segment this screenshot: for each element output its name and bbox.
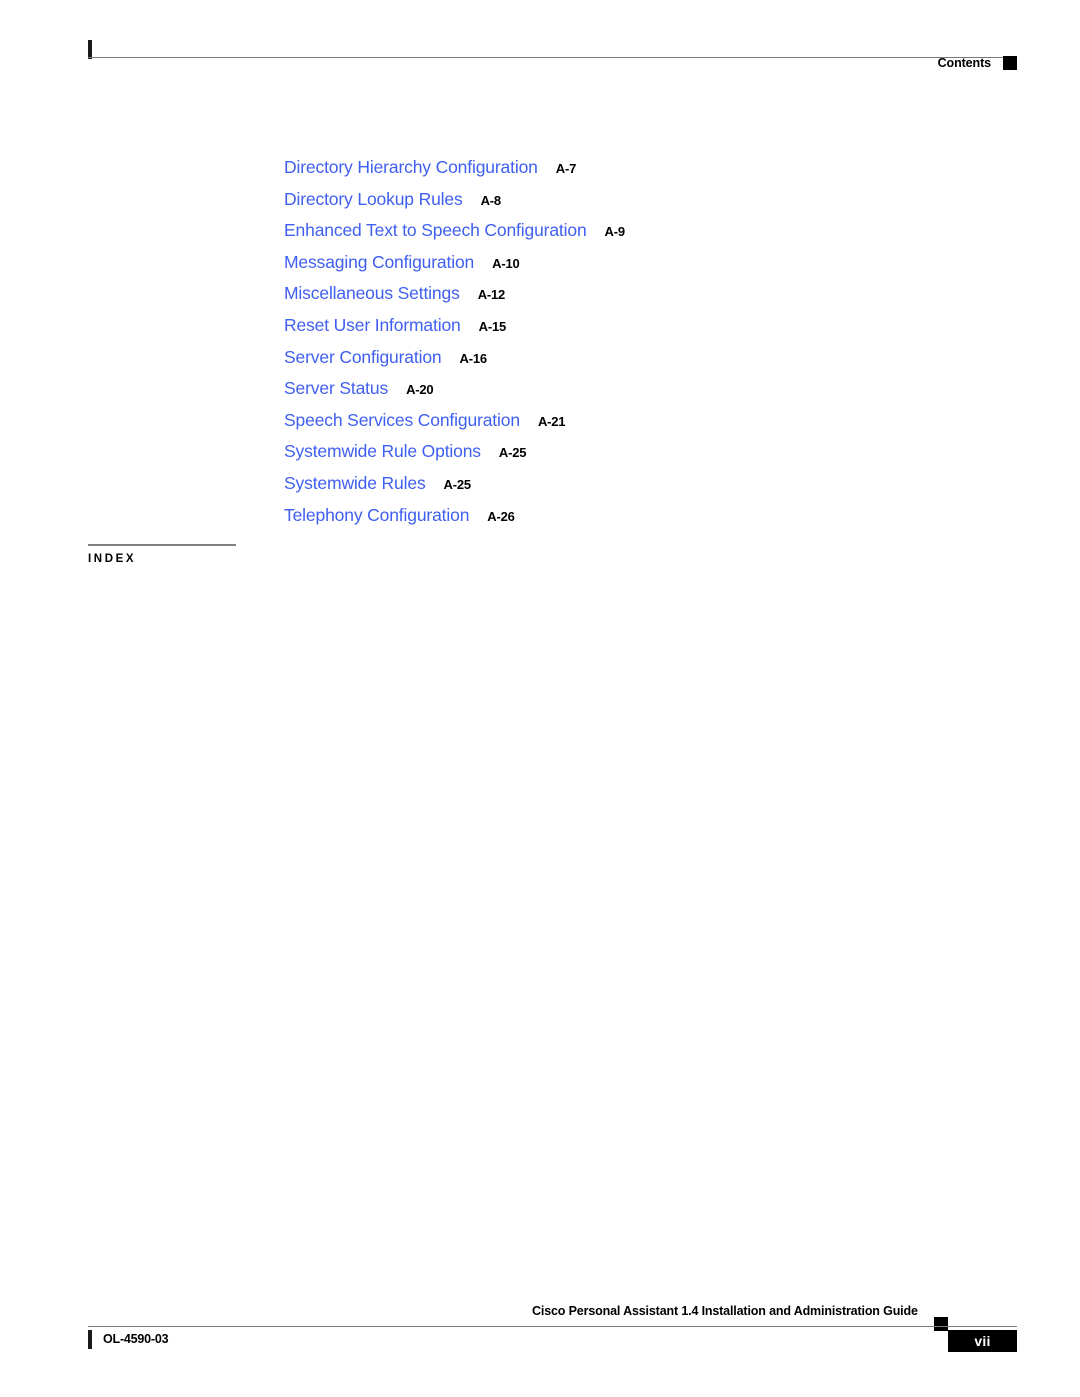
toc-entry-title[interactable]: Miscellaneous Settings [284,283,460,303]
toc-entry-page: A-16 [459,350,488,366]
index-label[interactable]: INDEX [88,553,236,565]
toc-entry[interactable]: Directory Lookup Rules A-8 [284,184,984,216]
toc-entry[interactable]: Messaging Configuration A-10 [284,247,984,279]
toc-entry-page: A-7 [555,161,577,176]
index-divider-rule [88,544,236,546]
toc-entry-page: A-12 [477,287,506,303]
toc-entry[interactable]: Systemwide Rules A-25 [284,468,984,500]
toc-entry-title[interactable]: Server Status [284,378,388,398]
index-section-heading: INDEX [88,544,236,565]
toc-entry-page: A-8 [480,192,502,208]
toc-entry[interactable]: Server Status A-20 [284,373,984,405]
toc-entry-title[interactable]: Directory Lookup Rules [284,189,463,209]
footer-page-number: vii [948,1330,1017,1352]
toc-entry-title[interactable]: Telephony Configuration [284,505,469,525]
black-square-marker-icon [934,1317,948,1331]
toc-entry-title[interactable]: Systemwide Rule Options [284,441,481,461]
toc-entry[interactable]: Enhanced Text to Speech Configuration A-9 [284,215,984,247]
toc-entry-title[interactable]: Speech Services Configuration [284,410,520,430]
toc-entry[interactable]: Server Configuration A-16 [284,342,984,374]
footer-left-tick [88,1330,92,1349]
page-header: Contents [88,40,1017,76]
header-section-label: Contents [937,56,991,70]
header-divider-rule [88,57,1017,58]
toc-entry-title[interactable]: Server Configuration [284,347,442,367]
toc-entry-page: A-15 [478,318,507,334]
footer-document-id: OL-4590-03 [103,1332,169,1346]
toc-entry-page: A-10 [492,255,520,271]
toc-entry-page: A-26 [487,508,515,524]
toc-entry-page: A-20 [406,382,434,398]
toc-entry-title[interactable]: Enhanced Text to Speech Configuration [284,220,587,240]
toc-entry-page: A-9 [604,224,626,240]
toc-entry[interactable]: Reset User Information A-15 [284,310,984,342]
toc-entry[interactable]: Telephony Configuration A-26 [284,500,984,532]
footer-guide-title: Cisco Personal Assistant 1.4 Installatio… [532,1304,918,1318]
toc-entry-page: A-25 [498,445,527,461]
toc-entry-title[interactable]: Systemwide Rules [284,473,426,493]
page-footer: Cisco Personal Assistant 1.4 Installatio… [88,1304,1017,1364]
toc-entry[interactable]: Systemwide Rule Options A-25 [284,436,984,468]
table-of-contents: Directory Hierarchy Configuration A-7 Dir… [284,152,984,531]
black-square-marker-icon [1003,56,1017,70]
footer-divider-rule [88,1326,1017,1327]
toc-entry[interactable]: Miscellaneous Settings A-12 [284,278,984,310]
toc-entry-title[interactable]: Reset User Information [284,315,461,335]
toc-entry[interactable]: Directory Hierarchy Configuration A-7 [284,152,984,184]
toc-entry-page: A-21 [537,413,566,429]
toc-entry-title[interactable]: Messaging Configuration [284,252,474,272]
toc-entry[interactable]: Speech Services Configuration A-21 [284,405,984,437]
toc-entry-title[interactable]: Directory Hierarchy Configuration [284,157,538,177]
toc-entry-page: A-25 [443,476,472,492]
